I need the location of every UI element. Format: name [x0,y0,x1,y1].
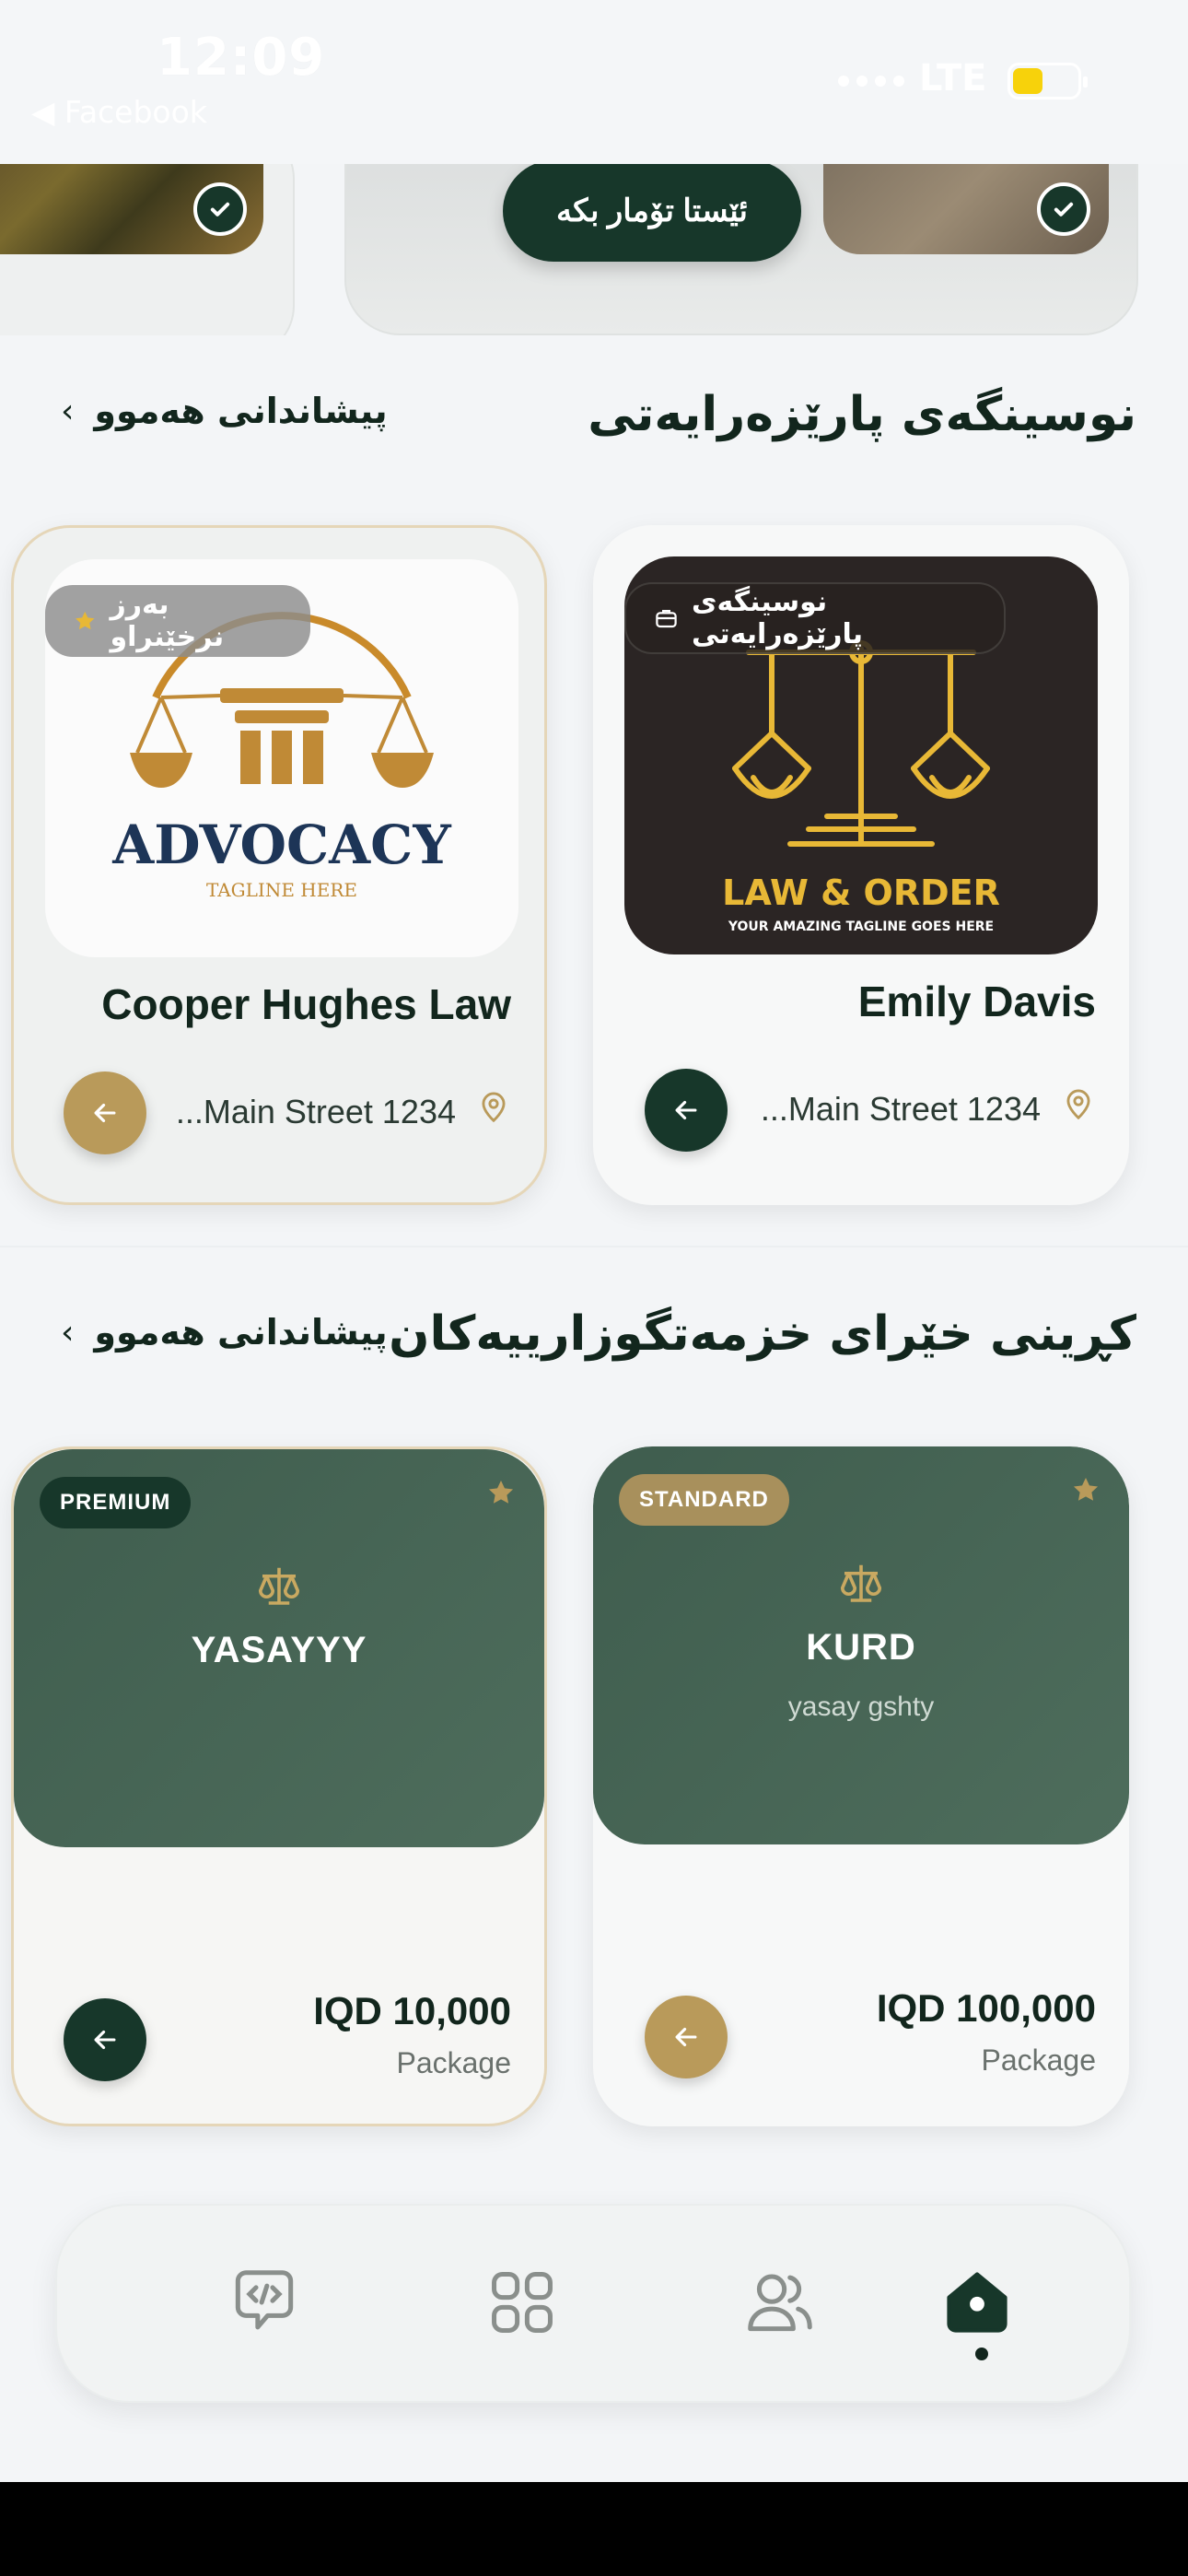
nav-lawyers[interactable] [720,2242,840,2362]
office-type-badge: نوسینگەی پارێزەرایەتی [624,582,1006,654]
arrow-left-icon [675,1100,697,1120]
scale-icon [840,1564,882,1602]
arrow-left-icon [94,2030,116,2050]
battery-icon [1007,63,1088,100]
back-to-app-link[interactable]: ◀ Facebook [31,94,207,130]
package-label: Package [981,2043,1096,2077]
scale-icon [258,1567,300,1605]
package-price: IQD 100,000 [876,1986,1096,2030]
office-address: ...Main Street 1234 [761,1087,1096,1130]
logo-title: ADVOCACY [111,814,451,876]
view-all-label: پیشاندانی هەموو [94,1312,388,1352]
package-name: YASAYYY [191,1630,367,1670]
verified-icon [193,182,247,236]
verified-icon [1037,182,1090,236]
location-pin-icon [476,1090,511,1133]
office-card-emily-davis[interactable]: LAW & ORDER YOUR AMAZING TAGLINE GOES HE… [593,525,1129,1205]
nav-home[interactable] [917,2242,1037,2362]
logo-title: LAW & ORDER [722,872,1000,913]
package-tier-badge: STANDARD [619,1474,789,1526]
package-card-yasayyy[interactable]: PREMIUM YASAYYY IQD 10,000 Package [11,1446,547,2126]
office-address-text: ...Main Street 1234 [760,1089,1041,1128]
chevron-left-icon: ‹ [61,1313,75,1352]
logo-tagline: TAGLINE HERE [206,879,357,901]
nav-services[interactable] [462,2242,582,2362]
section-divider [0,1246,1188,1247]
arrow-left-icon [94,1103,116,1123]
favorite-star-icon[interactable] [485,1477,517,1508]
view-all-label: پیشاندانی هەموو [94,391,388,431]
signal-icon [838,76,904,87]
network-type: LTE [919,57,987,100]
office-name: Emily Davis [857,978,1096,1025]
home-icon [947,2272,1007,2333]
office-address-text: ...Main Street 1234 [175,1092,456,1130]
package-subtitle: yasay gshty [787,1692,935,1722]
active-tab-indicator [975,2348,988,2360]
briefcase-icon [656,610,677,628]
office-name: Cooper Hughes Law [101,980,511,1028]
status-time: 12:09 [157,28,326,88]
register-now-button[interactable]: ئێستا تۆمار بکە [503,164,801,262]
package-label: Package [396,2046,511,2079]
grid-icon [492,2272,553,2333]
packages-section-title: کڕینی خێرای خزمەتگوزارییەکان [389,1306,1136,1362]
buy-package-button[interactable] [645,1996,728,2078]
star-icon [76,611,95,630]
package-price: IQD 10,000 [313,1989,511,2032]
package-card-kurd[interactable]: STANDARD KURD yasay gshty IQD 100,000 Pa… [593,1446,1129,2126]
top-rated-badge: بەرز نرخێنراو [45,585,310,657]
logo-tagline: YOUR AMAZING TAGLINE GOES HERE [728,919,994,934]
status-bar: 12:09 ◀ Facebook LTE [0,0,1188,164]
offices-view-all-link[interactable]: ‹ پیشاندانی هەموو [61,391,388,431]
location-pin-icon [1061,1087,1096,1130]
office-card-cooper-hughes[interactable]: ADVOCACY TAGLINE HERE بەرز نرخێنراو Coop… [11,525,547,1205]
package-name: KURD [806,1627,916,1668]
open-office-button[interactable] [645,1069,728,1152]
chat-code-icon [235,2270,294,2330]
featured-carousel[interactable]: ئێستا تۆمار بکە [0,164,1188,335]
chevron-left-icon: ‹ [61,392,75,430]
arrow-left-icon [675,2027,697,2047]
favorite-star-icon[interactable] [1070,1474,1101,1505]
office-badge-label: بەرز نرخێنراو [110,589,225,653]
buy-package-button[interactable] [64,1998,146,2081]
users-icon [748,2274,812,2332]
package-tier-badge: PREMIUM [40,1477,192,1528]
office-logo-image: LAW & ORDER YOUR AMAZING TAGLINE GOES HE… [624,556,1098,954]
office-address: ...Main Street 1234 [176,1090,511,1133]
office-logo-image: ADVOCACY TAGLINE HERE بەرز نرخێنراو [45,559,518,957]
nav-chat[interactable] [204,2242,324,2362]
system-gesture-bar [0,2482,1188,2576]
bottom-navigation [55,2204,1131,2403]
offices-section-title: نوسینگەی پارێزەرایەتی [588,387,1136,442]
open-office-button[interactable] [64,1071,146,1154]
packages-view-all-link[interactable]: ‹ پیشاندانی هەموو [61,1312,388,1352]
office-badge-label: نوسینگەی پارێزەرایەتی [691,586,864,650]
